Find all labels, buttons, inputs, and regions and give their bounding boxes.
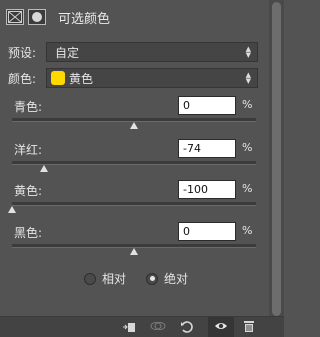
preset-row: 预设: 自定 ▲ ▼ [8,42,258,62]
color-swatch [51,71,65,85]
cyan-unit: % [242,98,253,111]
vertical-scrollbar[interactable] [269,0,284,336]
view-previous-icon[interactable] [150,320,166,334]
reset-icon[interactable] [180,320,194,334]
magenta-label: 洋红: [14,143,43,157]
adjustment-layer-icon[interactable] [6,9,24,25]
yellow-label: 黄色: [14,184,43,198]
panel-footer [0,316,284,337]
yellow-slider-handle[interactable] [8,206,16,213]
properties-panel: 可选颜色 预设: 自定 ▲ ▼ 颜色: 黄色 ▲ ▼ 青色: 0 % 洋红: -74… [0,0,268,320]
cyan-input[interactable]: 0 [178,96,236,115]
black-unit: % [242,224,253,237]
relative-label: 相对 [102,272,127,286]
magenta-slider-track[interactable] [12,161,256,165]
visibility-eye-icon[interactable] [214,320,228,334]
method-radio-group: 相对 绝对 [84,270,188,287]
magenta-input[interactable]: -74 [178,139,236,158]
cyan-label: 青色: [14,100,43,114]
clip-to-layer-icon[interactable] [122,320,136,334]
select-arrows-icon: ▲ ▼ [245,71,251,85]
preset-value: 自定 [55,45,80,60]
preset-select[interactable]: 自定 ▲ ▼ [46,42,258,62]
select-arrows-icon: ▲ ▼ [245,45,251,59]
layer-mask-icon[interactable] [28,9,46,25]
black-slider-handle[interactable] [130,248,138,255]
black-label: 黑色: [14,226,43,240]
black-input[interactable]: 0 [178,222,236,241]
scrollbar-thumb[interactable] [272,2,281,316]
yellow-input[interactable]: -100 [178,180,236,199]
yellow-unit: % [242,182,253,195]
magenta-slider-handle[interactable] [39,165,48,172]
panel-header: 可选颜色 [0,0,268,34]
colors-row: 颜色: 黄色 ▲ ▼ [8,68,258,88]
preset-label: 预设: [8,45,37,60]
absolute-radio[interactable] [146,272,159,285]
magenta-unit: % [242,141,253,154]
relative-radio[interactable] [84,272,96,285]
cyan-slider-handle[interactable] [130,122,138,129]
colors-select[interactable]: 黄色 ▲ ▼ [46,68,258,88]
colors-label: 颜色: [8,71,37,86]
delete-icon[interactable] [242,320,256,334]
yellow-slider-track[interactable] [12,202,256,206]
absolute-label: 绝对 [164,272,189,286]
colors-value: 黄色 [69,71,94,86]
panel-title: 可选颜色 [58,11,111,27]
